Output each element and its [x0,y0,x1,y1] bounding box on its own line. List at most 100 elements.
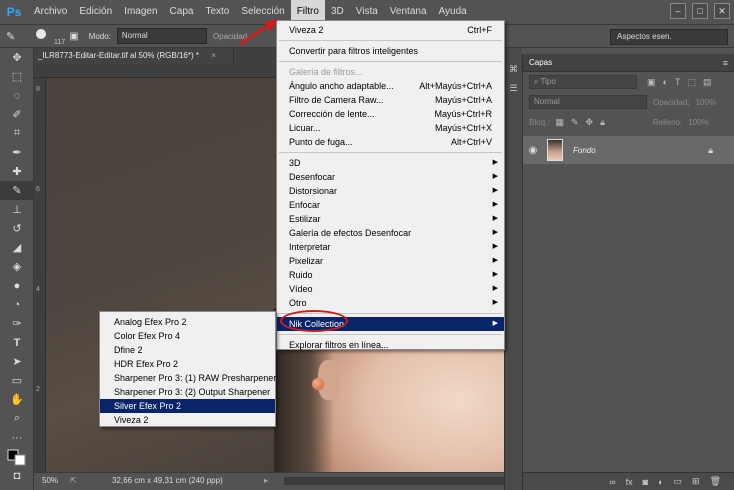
fill-value[interactable]: 100% [688,118,708,127]
blend-mode-select[interactable]: Normal [529,95,647,109]
lasso-tool-icon[interactable]: ◌ [0,86,34,105]
type-tool-icon[interactable]: T [0,333,34,352]
quick-select-tool-icon[interactable]: ✐ [0,105,34,124]
history-brush-tool-icon[interactable]: ↺ [0,219,34,238]
nik-submenu-item[interactable]: Sharpener Pro 3: (1) RAW Presharpener [100,371,276,385]
brush-tool-icon[interactable]: ✎ [6,30,15,43]
filter-menu-item[interactable]: 3D ▶ [277,156,504,170]
lock-pixels-icon[interactable]: ▦ [555,117,564,128]
filter-menu-item[interactable]: Otro ▶ [277,296,504,310]
paint-bucket-tool-icon[interactable]: ◈ [0,257,34,276]
share-icon[interactable]: ⇱ [70,473,77,489]
new-layer-icon[interactable]: ⊞ [692,476,700,487]
filter-menu-item[interactable]: Desenfocar ▶ [277,170,504,184]
nik-submenu-item[interactable]: HDR Efex Pro 2 [100,357,275,371]
adjustment-filter-icon[interactable]: ◐ [663,77,668,88]
nik-submenu-item[interactable]: Color Efex Pro 4 [100,329,275,343]
filter-menu-item[interactable]: Interpretar ▶ [277,240,504,254]
history-panel-icon[interactable]: ⌘ [505,64,522,75]
link-icon[interactable]: ∞ [609,477,615,487]
rectangle-tool-icon[interactable]: ▭ [0,371,34,390]
lock-all-icon[interactable]: 🔒︎ [600,117,605,128]
close-document-icon[interactable]: × [211,51,216,60]
zoom-tool-icon[interactable]: ⌕ [0,409,34,428]
zoom-level[interactable]: 50% [42,473,58,489]
healing-brush-tool-icon[interactable]: ✚ [0,162,34,181]
nik-submenu-item[interactable]: Analog Efex Pro 2 [100,315,275,329]
eraser-tool-icon[interactable]: ◢ [0,238,34,257]
submenu-arrow-icon: ▶ [492,257,498,264]
document-tab[interactable]: _ILR8773-Editar-Editar.tif al 50% (RGB/1… [34,48,234,64]
filter-menu-item[interactable]: Convertir para filtros inteligentes [277,44,504,58]
properties-panel-icon[interactable]: ☰ [505,83,522,94]
path-selection-tool-icon[interactable]: ➤ [0,352,34,371]
visibility-eye-icon[interactable]: ◉ [523,145,543,156]
dodge-tool-icon[interactable]: ◔ [0,295,34,314]
pixel-filter-icon[interactable]: ▣ [647,77,656,88]
filter-menu-item[interactable]: Pixelizar ▶ [277,254,504,268]
menu-capa[interactable]: Capa [164,0,200,24]
horizontal-scrollbar[interactable] [284,477,510,485]
lock-position-icon[interactable]: ✥ [586,117,594,128]
maximize-icon[interactable]: □ [692,3,708,19]
shape-filter-icon[interactable]: ⬚ [687,77,696,88]
layer-row[interactable]: ◉ Fondo 🔒︎ [523,136,734,164]
nik-submenu-item[interactable]: Sharpener Pro 3: (2) Output Sharpener [100,385,275,399]
minimize-icon[interactable]: – [670,3,686,19]
filter-menu-item[interactable]: Filtro de Camera Raw... Mayús+Ctrl+A [277,93,504,107]
hand-tool-icon[interactable]: ✋ [0,390,34,409]
brush-tool-icon[interactable]: ✎ [0,181,34,200]
nik-submenu-item[interactable]: Viveza 2 [100,413,275,427]
eyedropper-tool-icon[interactable]: ✒ [0,143,34,162]
filter-menu-item-label: Vídeo [289,284,313,294]
filter-menu-item[interactable]: Ruido ▶ [277,268,504,282]
screen-mode-icon[interactable]: ▢ [0,485,34,490]
layer-kind-filter[interactable]: ⌕ Tipo [529,75,637,89]
close-window-icon[interactable]: ✕ [714,3,730,19]
filter-menu-item[interactable]: Licuar... Mayús+Ctrl+X [277,121,504,135]
trash-icon[interactable]: 🗑︎ [710,476,721,487]
mask-icon[interactable]: ◙ [643,477,648,487]
filter-menu-item[interactable]: Galería de efectos Desenfocar ▶ [277,226,504,240]
menu-imagen[interactable]: Imagen [118,0,163,24]
filter-menu-item[interactable]: Distorsionar ▶ [277,184,504,198]
filter-menu-item[interactable]: Ángulo ancho adaptable... Alt+Mayús+Ctrl+… [277,79,504,93]
filter-menu-item[interactable]: Punto de fuga... Alt+Ctrl+V [277,135,504,149]
filter-menu-item[interactable]: Viveza 2 Ctrl+F [277,23,504,37]
fill-label: Relleno: [652,117,683,127]
menu-edicion[interactable]: Edición [73,0,118,24]
marquee-tool-icon[interactable]: ⬚ [0,67,34,86]
fx-icon[interactable]: fx [626,477,633,487]
opacity-value[interactable]: 100% [695,98,715,107]
filter-menu-item[interactable]: Explorar filtros en línea... [277,338,504,352]
more-tools-icon[interactable]: ··· [0,428,34,447]
nik-submenu-item[interactable]: Dfine 2 [100,343,275,357]
adjustment-icon[interactable]: ◐ [658,477,663,487]
lock-paint-icon[interactable]: ✎ [571,117,579,128]
clone-stamp-tool-icon[interactable]: ⊥ [0,200,34,219]
ruler-mark: 6 [36,186,40,193]
nik-submenu-item[interactable]: Silver Efex Pro 2 [100,399,275,413]
filter-menu-item[interactable]: Vídeo ▶ [277,282,504,296]
workspace-select[interactable]: Aspectos esen. [610,29,728,45]
move-tool-icon[interactable]: ✥ [0,48,34,67]
color-swatches-icon[interactable] [0,447,34,466]
panel-menu-icon[interactable]: ≡ [723,54,728,72]
filter-menu-item[interactable]: Estilizar ▶ [277,212,504,226]
folder-icon[interactable]: ▭ [674,476,683,487]
smart-filter-icon[interactable]: ▤ [703,77,712,88]
filter-menu-item[interactable]: Enfocar ▶ [277,198,504,212]
crop-tool-icon[interactable]: ⌗ [0,124,34,143]
status-menu-arrow-icon[interactable]: ▸ [264,473,268,489]
quick-mask-icon[interactable]: ◘ [0,466,34,485]
filter-menu-item[interactable]: Corrección de lente... Mayús+Ctrl+R [277,107,504,121]
tab-capas[interactable]: Capas [529,58,552,67]
menu-archivo[interactable]: Archivo [28,0,73,24]
mode-select[interactable]: Normal [116,28,207,44]
menu-texto[interactable]: Texto [199,0,235,24]
type-filter-icon[interactable]: T [675,77,681,88]
document-info[interactable]: 32,66 cm x 49,31 cm (240 ppp) [112,473,223,489]
blur-tool-icon[interactable]: ● [0,276,34,295]
brush-panel-icon[interactable]: ▣ [69,31,78,42]
pen-tool-icon[interactable]: ✑ [0,314,34,333]
